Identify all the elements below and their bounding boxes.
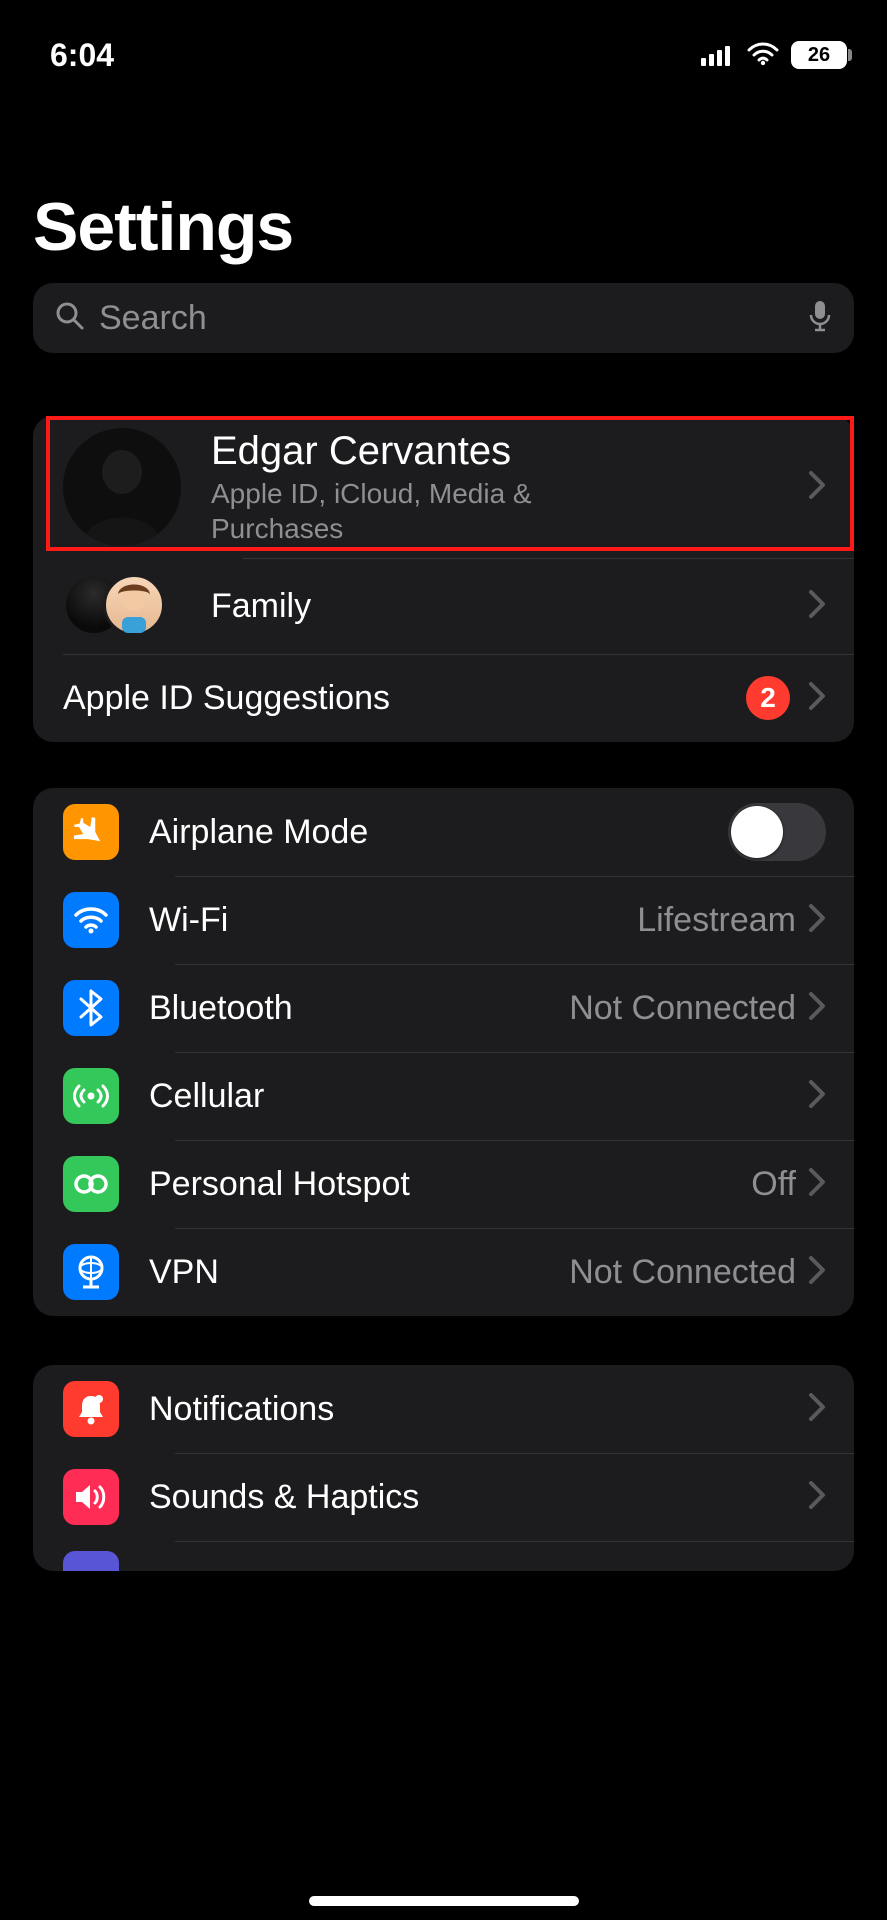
wifi-row[interactable]: Wi-Fi Lifestream	[33, 876, 854, 964]
search-bar[interactable]: Search	[33, 283, 854, 353]
chevron-right-icon	[808, 1079, 826, 1114]
appleid-subtitle: Apple ID, iCloud, Media & Purchases	[211, 476, 631, 546]
chevron-right-icon	[808, 1255, 826, 1290]
bluetooth-detail: Not Connected	[569, 989, 796, 1028]
chevron-right-icon	[808, 681, 826, 716]
partial-row[interactable]	[33, 1541, 854, 1571]
vpn-icon	[63, 1244, 119, 1300]
system-group: Notifications Sounds & Haptics	[33, 1365, 854, 1571]
mic-icon[interactable]	[808, 299, 832, 338]
hotspot-label: Personal Hotspot	[149, 1165, 410, 1204]
chevron-right-icon	[808, 1480, 826, 1515]
chevron-right-icon	[808, 903, 826, 938]
battery-icon: 26	[791, 41, 847, 69]
wifi-signal-icon	[747, 37, 779, 74]
notifications-row[interactable]: Notifications	[33, 1365, 854, 1453]
chevron-right-icon	[808, 1392, 826, 1427]
status-bar: 6:04 26	[0, 30, 887, 80]
wifi-detail: Lifestream	[637, 901, 796, 940]
vpn-row[interactable]: VPN Not Connected	[33, 1228, 854, 1316]
hotspot-icon	[63, 1156, 119, 1212]
connectivity-group: Airplane Mode Wi-Fi Lifestream Bluetooth…	[33, 788, 854, 1316]
family-avatar-2	[103, 574, 165, 636]
vpn-label: VPN	[149, 1253, 219, 1292]
family-label: Family	[211, 587, 311, 626]
sounds-row[interactable]: Sounds & Haptics	[33, 1453, 854, 1541]
partial-icon	[63, 1551, 119, 1571]
chevron-right-icon	[808, 991, 826, 1026]
appleid-text: Edgar Cervantes Apple ID, iCloud, Media …	[211, 429, 631, 546]
hotspot-detail: Off	[751, 1165, 796, 1204]
chevron-right-icon	[808, 1167, 826, 1202]
suggestions-badge: 2	[746, 676, 790, 720]
appleid-suggestions-row[interactable]: Apple ID Suggestions 2	[33, 654, 854, 742]
family-row[interactable]: Family	[33, 558, 854, 654]
chevron-right-icon	[808, 589, 826, 624]
home-indicator[interactable]	[309, 1896, 579, 1906]
notifications-label: Notifications	[149, 1390, 334, 1429]
sounds-label: Sounds & Haptics	[149, 1478, 419, 1517]
suggestions-label: Apple ID Suggestions	[63, 679, 390, 718]
avatar	[63, 428, 181, 546]
vpn-detail: Not Connected	[569, 1253, 796, 1292]
sounds-icon	[63, 1469, 119, 1525]
personal-hotspot-row[interactable]: Personal Hotspot Off	[33, 1140, 854, 1228]
family-avatars	[63, 574, 193, 638]
search-placeholder: Search	[99, 299, 794, 338]
airplane-mode-row[interactable]: Airplane Mode	[33, 788, 854, 876]
cellular-label: Cellular	[149, 1077, 264, 1116]
cellular-signal-icon	[701, 37, 735, 74]
wifi-icon	[63, 892, 119, 948]
settings-screen: 6:04 26 Settings Search	[0, 0, 887, 1920]
airplane-label: Airplane Mode	[149, 813, 368, 852]
bluetooth-row[interactable]: Bluetooth Not Connected	[33, 964, 854, 1052]
search-icon	[55, 301, 85, 336]
battery-level: 26	[808, 44, 830, 67]
account-group: Edgar Cervantes Apple ID, iCloud, Media …	[33, 416, 854, 742]
appleid-row[interactable]: Edgar Cervantes Apple ID, iCloud, Media …	[33, 416, 854, 558]
status-time: 6:04	[50, 37, 701, 74]
appleid-name: Edgar Cervantes	[211, 429, 631, 474]
page-title: Settings	[33, 188, 293, 266]
bluetooth-label: Bluetooth	[149, 989, 293, 1028]
chevron-right-icon	[808, 470, 826, 505]
bluetooth-icon	[63, 980, 119, 1036]
notifications-icon	[63, 1381, 119, 1437]
airplane-toggle[interactable]	[728, 803, 826, 861]
status-right: 26	[701, 37, 847, 74]
cellular-icon	[63, 1068, 119, 1124]
wifi-label: Wi-Fi	[149, 901, 228, 940]
cellular-row[interactable]: Cellular	[33, 1052, 854, 1140]
airplane-icon	[63, 804, 119, 860]
